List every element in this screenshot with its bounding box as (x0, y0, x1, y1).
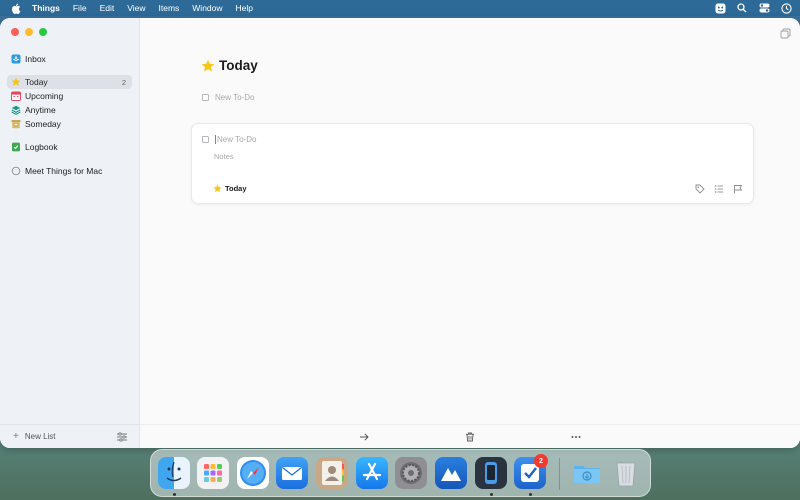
new-todo-row[interactable]: New To-Do (202, 93, 254, 102)
more-options-icon[interactable] (570, 431, 582, 443)
circle-icon (11, 166, 21, 176)
list-header: Today (201, 58, 258, 73)
sliders-icon[interactable] (116, 431, 128, 443)
sidebar-item-inbox[interactable]: Inbox (7, 52, 132, 66)
new-todo-placeholder: New To-Do (215, 93, 255, 102)
app-store-dock-icon[interactable] (356, 457, 388, 489)
close-window-button[interactable] (11, 28, 19, 36)
things-badge: 2 (534, 454, 548, 468)
text-cursor (215, 135, 216, 144)
menu-extras (714, 2, 792, 14)
new-list-button[interactable]: + New List (13, 431, 56, 442)
trash-dock-icon[interactable] (610, 457, 642, 489)
inbox-icon (11, 54, 21, 64)
dock: 2 (150, 449, 651, 497)
menu-bar: Things File Edit View Items Window Help (0, 0, 800, 16)
menu-file[interactable]: File (73, 0, 87, 16)
sidebar-item-label: Today (25, 77, 48, 87)
when-label: Today (225, 184, 247, 193)
sidebar-item-anytime[interactable]: Anytime (7, 103, 132, 117)
sidebar-item-label: Logbook (25, 142, 58, 152)
control-center-icon[interactable] (758, 2, 770, 14)
contacts-dock-icon[interactable] (316, 457, 348, 489)
running-indicator (173, 493, 176, 496)
menu-window[interactable]: Window (192, 0, 222, 16)
star-icon (11, 77, 21, 87)
todo-checkbox[interactable] (202, 136, 209, 143)
mail-dock-icon[interactable] (276, 457, 308, 489)
simulator-dock-icon[interactable] (475, 457, 507, 489)
dock-separator (559, 458, 560, 490)
finder-dock-icon[interactable] (158, 457, 190, 489)
sidebar-footer: + New List (0, 424, 140, 448)
today-count: 2 (121, 77, 126, 87)
archive-box-icon (11, 119, 21, 129)
apple-menu-icon[interactable] (10, 2, 22, 14)
star-icon (201, 59, 215, 73)
todo-editor-card: New To-Do Notes Today (192, 124, 753, 203)
new-list-label: New List (24, 432, 56, 441)
minimize-window-button[interactable] (25, 28, 33, 36)
main-content: Today New To-Do New To-Do Notes Today (140, 18, 800, 448)
todo-checkbox[interactable] (202, 94, 209, 101)
menu-app-name[interactable]: Things (32, 0, 60, 16)
sidebar-item-upcoming[interactable]: Upcoming (7, 89, 132, 103)
sidebar-item-label: Upcoming (25, 91, 64, 101)
trash-icon[interactable] (464, 431, 476, 443)
sidebar: Inbox Today 2 Upcoming Anytime Someday L… (0, 18, 140, 448)
things-window: Inbox Today 2 Upcoming Anytime Someday L… (0, 18, 800, 448)
sidebar-item-label: Meet Things for Mac (25, 166, 103, 176)
calendar-icon (11, 91, 21, 101)
card-toolbar (695, 184, 743, 194)
menu-help[interactable]: Help (236, 0, 253, 16)
tag-icon[interactable] (695, 184, 705, 194)
safari-dock-icon[interactable] (237, 457, 269, 489)
todo-title-field[interactable]: New To-Do (202, 135, 256, 144)
sidebar-item-someday[interactable]: Someday (7, 117, 132, 131)
sidebar-item-meet-things[interactable]: Meet Things for Mac (7, 164, 132, 178)
duplicate-window-icon[interactable] (780, 26, 792, 39)
flag-icon[interactable] (733, 184, 743, 194)
menu-edit[interactable]: Edit (100, 0, 115, 16)
layers-icon (11, 105, 21, 115)
downloads-folder-dock-icon[interactable] (571, 457, 603, 489)
instruments-dock-icon[interactable] (435, 457, 467, 489)
running-indicator (490, 493, 493, 496)
notes-field[interactable]: Notes (214, 152, 234, 161)
window-controls (11, 28, 47, 36)
sidebar-item-label: Inbox (25, 54, 46, 64)
sidebar-item-today[interactable]: Today 2 (7, 75, 132, 89)
clock-icon[interactable] (780, 2, 792, 14)
running-indicator (529, 493, 532, 496)
spotlight-search-icon[interactable] (736, 2, 748, 14)
menu-view[interactable]: View (127, 0, 145, 16)
star-icon (213, 184, 222, 193)
plus-icon: + (13, 431, 19, 442)
system-settings-dock-icon[interactable] (395, 457, 427, 489)
menu-items[interactable]: Items (159, 0, 180, 16)
maximize-window-button[interactable] (39, 28, 47, 36)
checklist-icon[interactable] (714, 184, 724, 194)
sidebar-item-logbook[interactable]: Logbook (7, 140, 132, 154)
sidebar-item-label: Someday (25, 119, 61, 129)
move-arrow-icon[interactable] (358, 431, 370, 443)
status-app-icon[interactable] (714, 2, 726, 14)
launchpad-dock-icon[interactable] (197, 457, 229, 489)
logbook-icon (11, 142, 21, 152)
page-title: Today (219, 58, 258, 73)
sidebar-item-label: Anytime (25, 105, 56, 115)
bottom-toolbar (140, 424, 800, 448)
todo-title-placeholder: New To-Do (217, 135, 257, 144)
when-date-button[interactable]: Today (213, 184, 247, 193)
